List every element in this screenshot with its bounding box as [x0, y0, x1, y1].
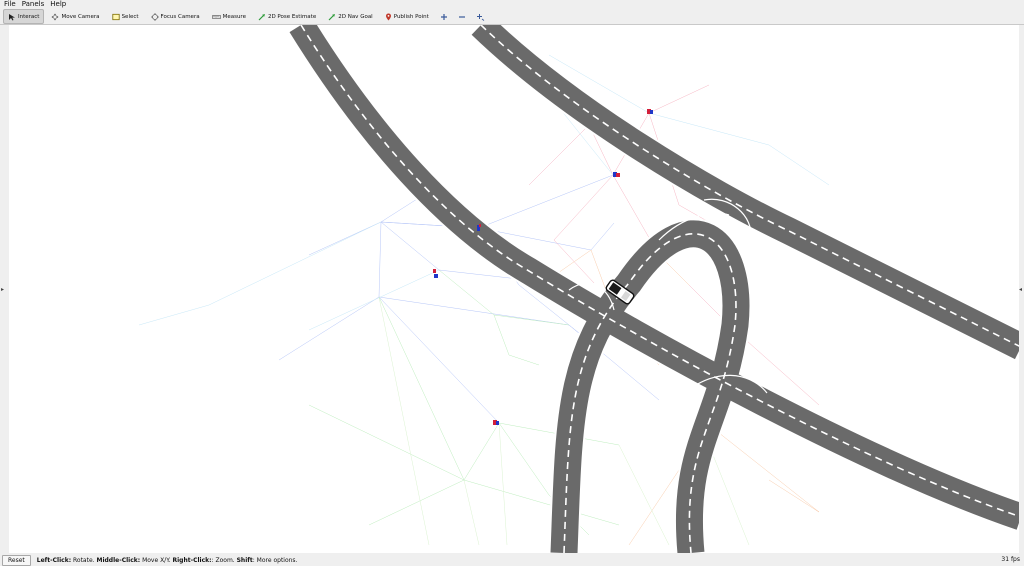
fps-counter: 31 fps — [1001, 556, 1020, 563]
help-shift-key: Shift — [236, 557, 253, 564]
crosshair-icon — [476, 13, 484, 21]
focus-camera-tool-button[interactable]: Focus Camera — [146, 9, 205, 24]
help-shift-text: : More options. — [252, 557, 298, 564]
interact-label: Interact — [18, 13, 40, 20]
pose-estimate-tool-button[interactable]: 2D Pose Estimate — [253, 9, 321, 24]
tool-properties-button[interactable] — [472, 9, 489, 24]
publish-point-label: Publish Point — [393, 13, 429, 20]
add-tool-button[interactable] — [436, 9, 452, 24]
help-left-click-key: Left-Click: — [36, 557, 72, 564]
mouse-help-text: Left-Click: Rotate. Middle-Click: Move X… — [37, 557, 298, 564]
interact-icon — [9, 13, 15, 20]
map-pin-icon — [385, 13, 391, 20]
pose-estimate-label: 2D Pose Estimate — [267, 13, 317, 20]
right-panel-collapse-handle[interactable]: ◂ — [1019, 286, 1023, 294]
menu-file[interactable]: File — [0, 0, 18, 9]
menu-bar: File Panels Help — [0, 0, 1024, 9]
select-label: Select — [121, 13, 139, 20]
pose-estimate-arrow-icon — [258, 13, 265, 20]
reset-button[interactable]: Reset — [2, 555, 31, 566]
render-viewport[interactable] — [9, 25, 1019, 553]
help-left-click-text: Rotate. — [71, 557, 97, 564]
select-icon — [111, 13, 120, 20]
plus-icon — [440, 13, 447, 20]
help-middle-click-key: Middle-Click: — [96, 557, 141, 564]
interact-tool-button[interactable]: Interact — [3, 9, 45, 24]
nav-goal-arrow-icon — [328, 13, 336, 20]
measure-label: Measure — [222, 13, 246, 20]
nav-goal-label: 2D Nav Goal — [338, 13, 373, 20]
measure-icon — [211, 14, 221, 19]
select-tool-button[interactable]: Select — [107, 9, 144, 24]
left-panel-collapse-handle[interactable]: ▸ — [1, 286, 5, 294]
menu-panels[interactable]: Panels — [18, 0, 47, 9]
publish-point-tool-button[interactable]: Publish Point — [380, 9, 434, 24]
help-middle-click-text: Move X/Y. — [140, 557, 173, 564]
nav-goal-tool-button[interactable]: 2D Nav Goal — [323, 9, 378, 24]
menu-help[interactable]: Help — [46, 0, 68, 9]
minus-icon — [458, 15, 465, 18]
measure-tool-button[interactable]: Measure — [207, 9, 251, 24]
help-right-click-key: Right-Click: — [172, 557, 212, 564]
move-camera-icon — [51, 13, 59, 20]
focus-camera-icon — [150, 12, 159, 21]
remove-tool-button[interactable] — [454, 9, 470, 24]
scene-canvas — [9, 25, 1019, 553]
status-bar: Reset Left-Click: Rotate. Middle-Click: … — [0, 555, 1024, 566]
help-right-click-text: : Zoom. — [211, 557, 237, 564]
move-camera-label: Move Camera — [61, 13, 100, 20]
move-camera-tool-button[interactable]: Move Camera — [46, 9, 104, 24]
tool-bar: Interact Move Camera Select Focus Camera… — [0, 9, 1024, 25]
focus-camera-label: Focus Camera — [160, 13, 200, 20]
